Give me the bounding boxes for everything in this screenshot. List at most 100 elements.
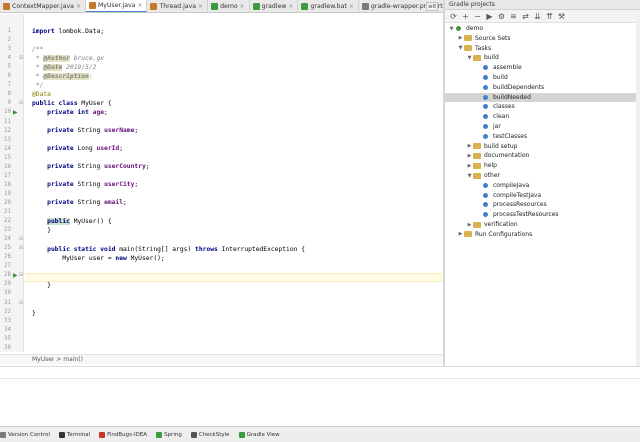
fold-icon[interactable]: ⊟ — [19, 100, 23, 106]
gradle-task-item[interactable]: processResources — [475, 200, 547, 209]
folder-icon — [473, 162, 481, 169]
gradle-tree-node[interactable]: ▶ build setup — [466, 142, 518, 151]
gradle-task-icon — [482, 133, 490, 140]
fold-icon[interactable]: ⊟ — [19, 245, 23, 251]
editor-tab[interactable]: demo × — [208, 0, 250, 12]
gradle-tree-node[interactable]: ▶ verification — [466, 220, 518, 229]
folder-icon — [473, 152, 481, 159]
line-number: 11 — [4, 118, 11, 125]
file-icon — [150, 3, 158, 10]
file-icon — [252, 3, 260, 10]
gradle-tree-node[interactable]: ▼ build — [466, 53, 499, 62]
line-number: 5 — [7, 64, 12, 71]
collapsed-arrow-icon[interactable]: ▶ — [457, 35, 464, 41]
tree-label: compileJava — [493, 181, 530, 189]
code-line: * @Description: — [32, 73, 93, 80]
execute-task-icon[interactable]: ⚙ — [496, 11, 507, 22]
editor-tab[interactable]: ContextMapper.java × — [0, 0, 86, 12]
tool-window-findbugs[interactable]: FindBugs-IDEA — [99, 431, 148, 438]
horizontal-scrollbar[interactable] — [0, 366, 640, 378]
gradle-task-item[interactable]: buildDependents — [475, 83, 544, 92]
refresh-icon[interactable]: ⟳ — [448, 11, 459, 22]
collapsed-arrow-icon[interactable]: ▶ — [466, 143, 473, 149]
tool-window-checkstyle[interactable]: CheckStyle — [190, 431, 230, 438]
gradle-tree-node[interactable]: ▶ documentation — [466, 151, 530, 160]
tree-label: documentation — [484, 152, 530, 160]
run-icon[interactable]: ▶ — [484, 11, 495, 22]
collapsed-arrow-icon[interactable]: ▶ — [466, 153, 473, 159]
expand-icon[interactable]: ⇈ — [544, 11, 555, 22]
run-class-icon[interactable]: ▶ — [13, 109, 18, 116]
tree-label: classes — [493, 103, 515, 111]
remove-icon[interactable]: − — [472, 11, 483, 22]
line-number: 33 — [4, 317, 11, 324]
expanded-arrow-icon[interactable]: ▼ — [466, 55, 473, 61]
gradle-task-item[interactable]: build — [475, 73, 508, 82]
fold-icon[interactable]: ⊟ — [19, 55, 23, 61]
folder-icon — [473, 221, 481, 228]
run-main-icon[interactable]: ▶ — [13, 272, 18, 279]
code-editor[interactable]: import lombok.Data; /** * @Author bruce.… — [25, 14, 443, 352]
editor-tab[interactable]: Thread.java × — [147, 0, 209, 12]
fold-icon[interactable]: ⊟ — [19, 272, 23, 278]
fold-icon[interactable]: ⊟ — [19, 236, 23, 242]
close-icon[interactable]: × — [288, 3, 293, 10]
editor-tab[interactable]: gradlew.bat × — [298, 0, 359, 12]
tab-overflow-button[interactable]: ≡8 — [426, 2, 438, 11]
gradle-task-item[interactable]: assemble — [475, 63, 522, 72]
tab-label: gradlew.bat — [310, 3, 347, 10]
gradle-tree-node[interactable]: ▼ demo — [448, 24, 483, 33]
close-icon[interactable]: × — [137, 2, 142, 9]
gradle-tree-node[interactable]: ▼ other — [466, 171, 500, 180]
terminal-icon — [58, 431, 65, 438]
collapsed-arrow-icon[interactable]: ▶ — [466, 163, 473, 169]
close-icon[interactable]: × — [240, 3, 245, 10]
tree-label: demo — [466, 25, 484, 32]
gradle-tree-node[interactable]: ▶ Source Sets — [457, 34, 511, 43]
gradle-task-item[interactable]: jar — [475, 122, 501, 131]
editor-tab[interactable]: gradlew × — [250, 0, 299, 12]
gradle-task-item[interactable]: compileJava — [475, 181, 529, 190]
toggle-icon[interactable]: ⇄ — [520, 11, 531, 22]
close-icon[interactable]: × — [76, 3, 81, 10]
editor-tab[interactable]: MyUser.java × — [85, 0, 148, 12]
tool-window-label: FindBugs-IDEA — [107, 431, 148, 438]
code-line: private String userCity; — [47, 181, 139, 188]
expanded-arrow-icon[interactable]: ▼ — [448, 26, 455, 32]
gradle-tree-node[interactable]: ▶ help — [466, 161, 497, 170]
line-number: 13 — [4, 136, 11, 143]
line-number: 15 — [4, 154, 11, 161]
collapse-icon[interactable]: ⇊ — [532, 11, 543, 22]
expanded-arrow-icon[interactable]: ▼ — [466, 173, 473, 179]
tool-window-gradle-view[interactable]: Gradle View — [238, 431, 280, 438]
code-line: private int age; — [47, 109, 108, 116]
expanded-arrow-icon[interactable]: ▼ — [457, 45, 464, 51]
gradle-task-item[interactable]: buildNeeded — [445, 92, 636, 102]
folder-icon — [464, 45, 472, 52]
gradle-tree-node[interactable]: ▼ Tasks — [457, 44, 492, 53]
code-line: private String userName; — [47, 127, 139, 134]
offline-icon[interactable]: ≋ — [508, 11, 519, 22]
collapsed-arrow-icon[interactable]: ▶ — [466, 222, 473, 228]
gradle-task-item[interactable]: compileTestJava — [475, 191, 541, 200]
collapsed-arrow-icon[interactable]: ▶ — [457, 231, 464, 237]
gradle-task-item[interactable]: clean — [475, 112, 509, 121]
folder-icon — [464, 231, 472, 238]
tool-window-version-control[interactable]: Version Control — [0, 431, 50, 438]
close-icon[interactable]: × — [349, 3, 354, 10]
gradle-task-item[interactable]: testClasses — [475, 132, 527, 141]
fold-icon[interactable]: ⊟ — [19, 300, 23, 306]
close-icon[interactable]: × — [198, 3, 203, 10]
code-line: @Data — [32, 91, 51, 98]
settings-icon[interactable]: ⚒ — [556, 11, 567, 22]
gradle-task-item[interactable]: processTestResources — [475, 210, 559, 219]
breadcrumb[interactable]: MyUser > main() — [0, 354, 443, 364]
tool-window-spring[interactable]: Spring — [156, 431, 182, 438]
tool-window-terminal[interactable]: Terminal — [58, 431, 90, 438]
add-icon[interactable]: + — [460, 11, 471, 22]
line-number: 29 — [4, 281, 11, 288]
tree-label: buildNeeded — [493, 93, 531, 101]
gradle-task-item[interactable]: classes — [475, 102, 515, 111]
gradle-task-icon — [482, 182, 490, 189]
gradle-tree-node[interactable]: ▶ Run Configurations — [457, 230, 533, 239]
